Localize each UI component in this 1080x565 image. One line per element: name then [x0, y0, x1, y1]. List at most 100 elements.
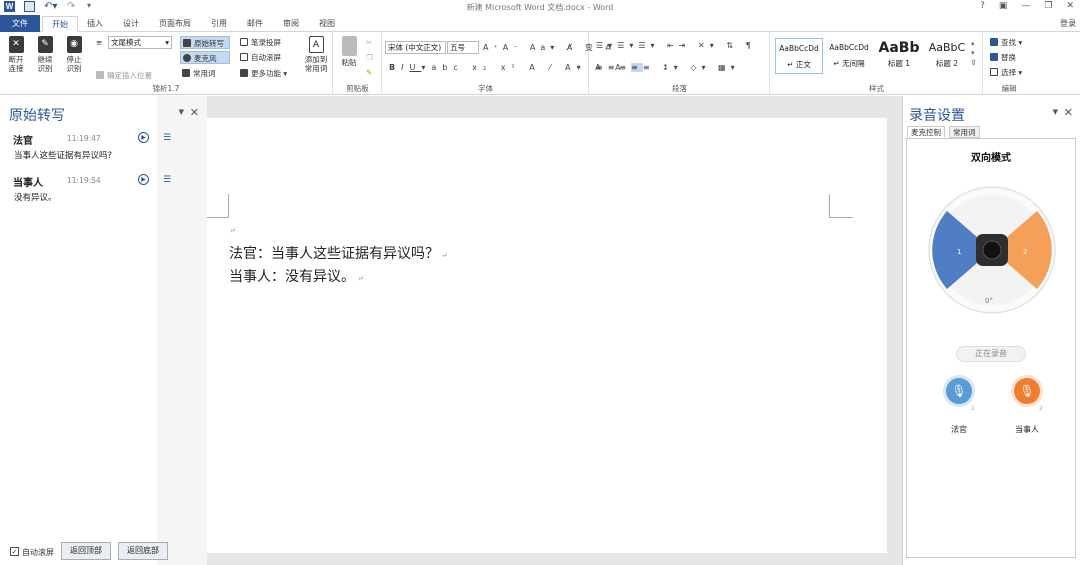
play-icon[interactable]: ▶ [138, 132, 149, 143]
paste-button[interactable]: 粘贴 [337, 36, 361, 67]
microphone-toggle[interactable]: 麦克风 [180, 51, 230, 64]
save-icon[interactable] [24, 1, 35, 12]
close-icon[interactable]: ✕ [190, 106, 199, 119]
undo-icon[interactable]: ↶▾ [44, 1, 58, 12]
list-tools[interactable]: ☰▾☰▾☰▾ ⇤⇥ ✕▾ ⇅ ¶ [596, 41, 756, 50]
tab-mailings[interactable]: 邮件 [240, 16, 270, 32]
more-features-label: 更多功能 [251, 69, 281, 78]
mode-select[interactable]: 文尾模式 ▾ [108, 36, 172, 49]
tab-mic-control[interactable]: 麦克控制 [907, 126, 945, 138]
plugin-group-label: 锦析1.7 [152, 84, 180, 93]
document-line[interactable]: 法官：当事人这些证据有异议吗？ ↵ [229, 243, 448, 263]
back-to-bottom-button[interactable]: 返回底部 [118, 542, 168, 560]
minimize-button[interactable]: — [1021, 1, 1030, 11]
tab-insert[interactable]: 插入 [80, 16, 110, 32]
style-name: 标题 1 [887, 59, 911, 68]
customize-qa-icon[interactable]: ▾ [87, 1, 98, 12]
document-line[interactable]: 当事人：没有异议。 ↵ [229, 266, 364, 286]
styles-scroll-icon[interactable]: ▴ ▾ ⊽ [971, 38, 976, 67]
disconnect-button[interactable]: ✕ 断开 连接 [4, 36, 28, 73]
mic-number: 1 [971, 405, 975, 412]
close-icon[interactable]: ✕ [1064, 106, 1073, 119]
style-heading-2[interactable]: AaBbC 标题 2 [923, 38, 971, 74]
style-normal[interactable]: AaBbCcDd ↵ 正文 [775, 38, 823, 74]
mic-icon [183, 54, 191, 62]
tab-view[interactable]: 视图 [312, 16, 342, 32]
recording-status-button[interactable]: 正在录音 [956, 346, 1026, 362]
tab-design[interactable]: 设计 [116, 16, 146, 32]
add-common-words-button[interactable]: A 添加到 常用词 [302, 36, 330, 73]
styles-group-label: 样式 [869, 84, 884, 93]
pane-menu-icon[interactable]: ▼ [179, 108, 184, 116]
continue-recognition-button[interactable]: ✎ 继续 识别 [33, 36, 57, 73]
crop-mark [207, 194, 229, 218]
help-button[interactable]: ? [980, 1, 985, 11]
raw-transcript-toggle[interactable]: 原始转写 [180, 36, 230, 49]
direction-1-label: 1 [957, 248, 961, 256]
font-group-label: 字体 [478, 84, 493, 93]
style-heading-1[interactable]: AaBb 标题 1 [875, 38, 923, 74]
cursor-icon [990, 68, 998, 76]
common-words-button[interactable]: 常用词 [182, 67, 216, 80]
tab-file[interactable]: 文件 [0, 15, 40, 32]
tab-common-words[interactable]: 常用词 [949, 126, 980, 138]
style-no-spacing[interactable]: AaBbCcDd ↵ 无间隔 [825, 38, 873, 74]
font-group: 宋体 (中文正文) 五号 A⁺A⁻ Aa▾ A̸ 变 A BIU▾abc x₂ … [383, 32, 621, 95]
auto-scroll-checkbox[interactable]: 自动滚屏 [240, 51, 281, 64]
align-tools[interactable]: ≡≡≡≡≡ ↕▾ ◇▾ ▦▾ [596, 63, 740, 72]
font-family-select[interactable]: 宋体 (中文正文) [385, 41, 446, 54]
crop-mark [829, 194, 853, 218]
microphone-icon: 🎙 [1019, 384, 1035, 398]
redo-icon[interactable]: ↷ [67, 1, 78, 12]
select-button[interactable]: 选择 ▾ [990, 66, 1022, 79]
mode-title: 双向模式 [971, 153, 1011, 164]
auto-scroll-label: 自动滚屏 [22, 548, 54, 557]
document-page[interactable]: ↵ 法官：当事人这些证据有异议吗？ ↵ 当事人：没有异议。 ↵ [207, 118, 887, 555]
common-words-label: 常用词 [193, 69, 216, 78]
record-screen-button[interactable]: 笔录投屏 [240, 36, 281, 49]
find-button[interactable]: 查找 ▾ [990, 36, 1022, 49]
editing-group-label: 编辑 [1001, 84, 1017, 93]
cut-icon[interactable]: ✂ [366, 36, 372, 49]
insert-list-icon[interactable]: ☰ [163, 175, 171, 185]
close-button[interactable]: ✕ [1066, 1, 1074, 11]
restore-button[interactable]: ❐ [1044, 1, 1052, 11]
tab-review[interactable]: 审阅 [276, 16, 306, 32]
play-icon[interactable]: ▶ [138, 174, 149, 185]
grid-icon [240, 69, 248, 77]
login-link[interactable]: 登录 [1060, 18, 1076, 29]
paste-label: 粘贴 [341, 58, 357, 67]
style-name: ↵ 正文 [787, 60, 811, 69]
transcript-entry: 法官 11:19:47 ▶ ☰ 当事人这些证据有异议吗? [13, 132, 183, 162]
timestamp: 11:19:47 [67, 134, 101, 143]
format-painter-icon[interactable]: ✎ [366, 66, 372, 79]
ribbon-tabs: 文件 开始 插入 设计 页面布局 引用 邮件 审阅 视图 登录 [0, 15, 1080, 32]
paste-icon [341, 36, 357, 56]
replace-button[interactable]: 替换 [990, 51, 1016, 64]
stop-recognition-button[interactable]: ◉ 停止 识别 [62, 36, 86, 73]
pane-scrollbar[interactable] [157, 96, 207, 565]
microphone-icon: ✎ [37, 36, 53, 53]
ribbon-display-button[interactable]: ▣ [999, 1, 1008, 11]
paragraph-mark: ↵ [357, 274, 364, 283]
judge-mic-button[interactable]: 🎙 [946, 378, 972, 404]
auto-scroll-label: 自动滚屏 [251, 53, 281, 62]
more-features-button[interactable]: 更多功能 ▾ [240, 67, 287, 80]
pane-menu-icon[interactable]: ▼ [1053, 108, 1058, 116]
party-mic-button[interactable]: 🎙 [1014, 378, 1040, 404]
recording-settings-pane: 录音设置 ▼ ✕ 麦克控制 常用词 双向模式 1 2 0° 正在录音 🎙 1 法… [902, 96, 1080, 565]
party-mic-label: 当事人 [1015, 425, 1039, 434]
insert-list-icon[interactable]: ☰ [163, 133, 171, 143]
direction-dial[interactable]: 1 2 0° [927, 185, 1057, 315]
back-to-top-button[interactable]: 返回顶部 [61, 542, 111, 560]
tab-page-layout[interactable]: 页面布局 [152, 16, 198, 32]
copy-icon[interactable]: ❐ [366, 51, 373, 64]
disconnect-icon: ✕ [8, 36, 24, 53]
raw-transcript-pane: 原始转写 ▼ ✕ 法官 11:19:47 ▶ ☰ 当事人这些证据有异议吗? 当事… [0, 96, 207, 565]
font-size-select[interactable]: 五号 [447, 41, 479, 54]
insert-position-button[interactable]: 确定插入位置 [96, 69, 152, 82]
auto-scroll-checkbox[interactable]: ✓ [10, 547, 19, 556]
tab-references[interactable]: 引用 [204, 16, 234, 32]
clipboard-group: 粘贴 ✂ ❐ ✎ 剪贴板 [334, 32, 382, 95]
tab-home[interactable]: 开始 [42, 16, 78, 32]
